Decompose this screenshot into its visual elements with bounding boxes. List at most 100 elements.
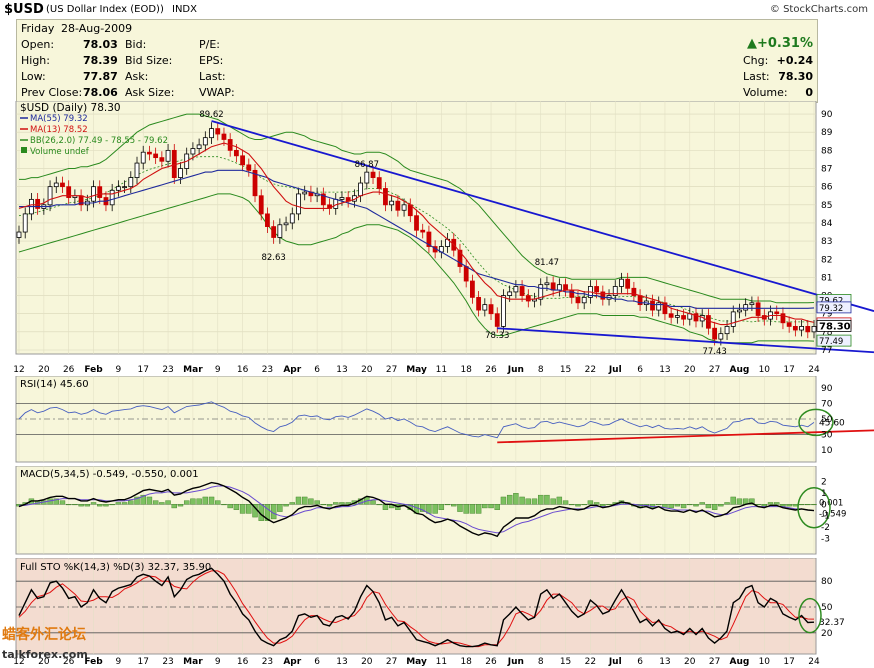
candle-body [91, 186, 96, 202]
x-tick-label: 24 [808, 657, 820, 667]
legend-bb: BB(26,2.0) 77.49 - 78.55 - 79.62 [30, 136, 168, 146]
candle-body [420, 229, 426, 233]
candle-body [47, 186, 53, 206]
candle-body [376, 177, 382, 189]
x-tick-label: 8 [538, 657, 544, 667]
candle-body [283, 222, 289, 226]
x-tick-label: 20 [361, 365, 373, 375]
macd-histogram-bar [326, 504, 333, 507]
macd-histogram-bar [600, 504, 606, 507]
x-axis: 12 20 26 Feb 9 17 23 Mar 9 16 23 Apr 6 13 20 27 May 11 18 2… [13, 365, 820, 375]
candle-body [792, 326, 798, 331]
x-tick-label: 6 [314, 365, 320, 375]
quote-day: Friday [21, 22, 55, 35]
open-label: Open: [21, 38, 55, 51]
macd-histogram-bar [550, 498, 556, 505]
candle-body [600, 291, 606, 300]
candle-body [258, 195, 264, 215]
macd-histogram-bar [475, 504, 482, 514]
x-tick-label: 27 [386, 657, 397, 667]
candle-body [494, 313, 500, 327]
x-tick-label: 6 [637, 365, 643, 375]
watermark: 蜡客外汇论坛 talkforex.com [2, 624, 88, 661]
candle-body [519, 286, 525, 296]
exchange-label: INDX [172, 4, 197, 15]
symbol-name: (US Dollar Index (EOD)) [46, 4, 164, 15]
macd-histogram-bar [513, 493, 519, 505]
x-tick-label: 11 [436, 365, 447, 375]
candle-body [786, 322, 792, 327]
last-value-label: 79.32 [819, 304, 843, 314]
candle-body [153, 153, 159, 159]
x-tick-label: 9 [215, 365, 221, 375]
candle-body [358, 182, 364, 197]
x-tick-label: 6 [314, 657, 320, 667]
candle-body [140, 151, 146, 164]
prev-close-value: 78.06 [83, 86, 118, 99]
candle-body [668, 313, 674, 318]
panel-ytick: 70 [821, 399, 833, 409]
macd-histogram-bar [761, 504, 768, 507]
macd-histogram-bar [463, 504, 469, 514]
candle-body [221, 133, 227, 140]
macd-histogram-bar [115, 502, 122, 505]
x-tick-label: 17 [137, 657, 148, 667]
quote-box: Friday 28-Aug-2009 Open: 78.03 High: 78.… [16, 19, 818, 103]
x-tick-label: 16 [237, 657, 249, 667]
rsi-plot-bg [15, 376, 817, 463]
candle-body [209, 128, 214, 139]
macd-histogram-bar [109, 504, 115, 506]
x-tick-label: 23 [262, 365, 273, 375]
candle-body [799, 326, 804, 331]
x-tick-label: 8 [538, 365, 544, 375]
macd-histogram-bar [183, 500, 190, 505]
macd-histogram-bar [84, 504, 91, 507]
macd-histogram-bar [556, 496, 563, 505]
macd-histogram-bar [767, 502, 774, 505]
candle-body [389, 200, 395, 206]
candle-body [550, 282, 556, 291]
x-tick-label: 16 [237, 365, 249, 375]
macd-histogram-bar [376, 504, 382, 506]
panel-ytick: 90 [821, 384, 833, 394]
macd-histogram-bar [531, 498, 538, 505]
legend-ma55: MA(55) 79.32 [30, 114, 88, 124]
candle-body [265, 213, 270, 227]
x-tick-label: 17 [137, 365, 148, 375]
candle-body [277, 224, 283, 238]
x-tick-label: Feb [84, 365, 103, 375]
x-tick-label: Jul [608, 657, 622, 667]
x-tick-label: 20 [38, 365, 50, 375]
candle-body [122, 186, 127, 189]
macd-panel: 0.001-0.549 -3-2-1012 MACD(5,34,5) -0.54… [15, 466, 846, 555]
legend-ma13: MA(13) 78.52 [30, 125, 88, 135]
legend-volume: Volume undef [30, 147, 90, 157]
x-tick-label: 26 [485, 657, 497, 667]
macd-histogram-bar [736, 498, 743, 505]
price-annotation: 78.33 [485, 331, 509, 341]
x-tick-label: 20 [684, 365, 696, 375]
macd-histogram-bar [780, 504, 786, 507]
last-label: Last: [199, 70, 226, 83]
macd-histogram-bar [121, 502, 128, 505]
x-tick-label: 13 [659, 365, 670, 375]
candle-body [724, 326, 730, 335]
x-tick-label: 22 [585, 657, 596, 667]
macd-histogram-bar [786, 504, 792, 507]
candle-body [16, 231, 22, 238]
candle-body [271, 226, 277, 238]
macd-histogram-bar [277, 504, 283, 512]
candle-body [811, 326, 817, 333]
volume-label: Volume: [743, 86, 788, 99]
candle-body [215, 128, 221, 135]
panel-ytick: 2 [821, 477, 827, 487]
symbol-title: $USD [4, 2, 44, 17]
macd-histogram-bar [506, 494, 513, 505]
x-tick-label: Aug [730, 365, 750, 375]
macd-histogram-bar [811, 504, 817, 506]
macd-histogram-bar [687, 504, 693, 506]
rsi-title: RSI(14) 45.60 [20, 379, 89, 390]
panel-ytick: 50 [821, 603, 833, 613]
macd-histogram-bar [289, 502, 295, 505]
panel-ytick: -3 [821, 535, 830, 545]
